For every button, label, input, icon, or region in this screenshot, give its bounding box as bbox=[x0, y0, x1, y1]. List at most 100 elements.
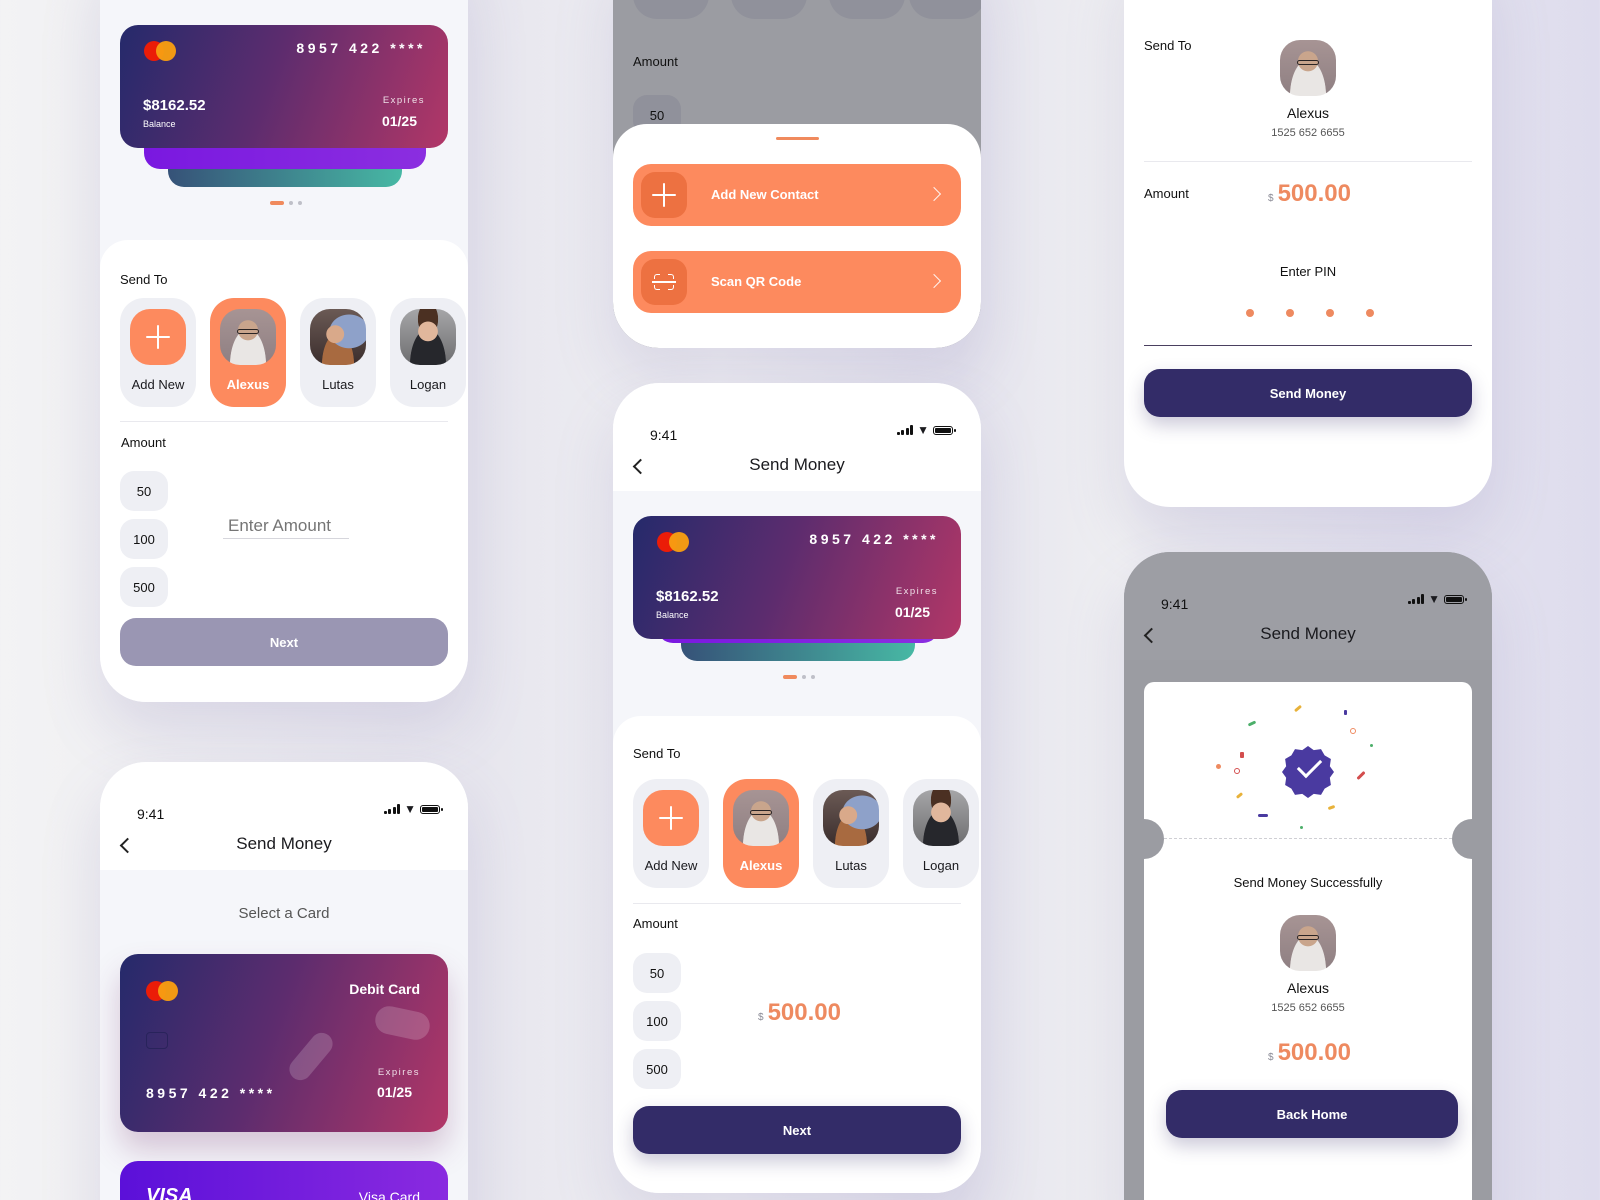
divider bbox=[1144, 161, 1472, 162]
pin-input[interactable] bbox=[1246, 309, 1374, 317]
contact-add-new[interactable]: Add New bbox=[120, 298, 196, 407]
status-time: 9:41 bbox=[650, 427, 678, 443]
confetti bbox=[1327, 804, 1336, 811]
amount-input[interactable]: $ 500.00 bbox=[758, 999, 841, 1027]
carousel-dots[interactable] bbox=[270, 201, 302, 205]
confetti bbox=[1344, 710, 1347, 715]
amount-label: Amount bbox=[633, 916, 678, 931]
send-to-label: Send To bbox=[120, 272, 168, 287]
phone-enter-pin: Send To Alexus 1525 652 6655 Amount $ 50… bbox=[1124, 0, 1492, 507]
status-icons: ▼ bbox=[896, 424, 956, 436]
card-expiry: 01/25 bbox=[381, 113, 417, 129]
amount-input[interactable] bbox=[223, 516, 349, 539]
amount-display: $ 500.00 bbox=[1268, 1039, 1351, 1067]
visa-card[interactable]: VISA Visa Card bbox=[120, 1161, 448, 1200]
send-to-label: Send To bbox=[1144, 38, 1192, 53]
amount-preset-500[interactable]: 500 bbox=[120, 567, 168, 607]
confetti bbox=[1370, 744, 1373, 747]
avatar-lutas bbox=[310, 309, 366, 365]
confetti bbox=[1235, 792, 1244, 799]
status-time: 9:41 bbox=[1161, 596, 1189, 612]
card-stack-middle bbox=[144, 145, 426, 169]
pin-underline bbox=[1144, 345, 1472, 346]
next-button[interactable]: Next bbox=[633, 1106, 961, 1154]
select-card-label: Select a Card bbox=[238, 905, 330, 922]
amount-preset-500[interactable]: 500 bbox=[633, 1049, 681, 1089]
wifi-icon: ▼ bbox=[1428, 592, 1440, 606]
card-balance-label: Balance bbox=[656, 610, 689, 620]
contact-name: Lutas bbox=[322, 377, 354, 392]
action-label: Scan QR Code bbox=[711, 274, 802, 289]
enter-pin-label: Enter PIN bbox=[1279, 264, 1337, 279]
receipt-ticket: Send Money Successfully Alexus 1525 652 … bbox=[1124, 682, 1492, 1200]
bank-card[interactable]: 8957 422 **** $8162.52 Balance Expires 0… bbox=[633, 516, 961, 639]
phone-enter-amount: 8957 422 **** $8162.52 Balance Expires 0… bbox=[100, 0, 468, 702]
contact-name: Logan bbox=[409, 377, 447, 392]
carousel-dots[interactable] bbox=[783, 675, 815, 679]
send-money-button[interactable]: Send Money bbox=[1144, 369, 1472, 417]
bank-card[interactable]: 8957 422 **** $8162.52 Balance Expires 0… bbox=[120, 25, 448, 148]
send-to-label: Send To bbox=[633, 746, 681, 761]
amount-preset-100[interactable]: 100 bbox=[633, 1001, 681, 1041]
recipient-avatar bbox=[1280, 915, 1336, 971]
contact-alexus[interactable]: Alexus bbox=[723, 779, 799, 888]
contact-add-new[interactable]: Add New bbox=[633, 779, 709, 888]
mastercard-logo-icon bbox=[657, 532, 689, 552]
currency-symbol: $ bbox=[1268, 1052, 1274, 1063]
debit-card[interactable]: Debit Card Expires 01/25 8957 422 **** bbox=[120, 954, 448, 1132]
contact-logan[interactable]: Logan bbox=[903, 779, 979, 888]
card-type-label: Debit Card bbox=[349, 981, 420, 997]
next-button[interactable]: Next bbox=[120, 618, 448, 666]
contact-name: Add New bbox=[131, 377, 185, 392]
contact-name: Alexus bbox=[226, 377, 270, 392]
phone-add-contact-sheet: Amount 50 Add New Contact Scan QR Code bbox=[613, 0, 981, 348]
divider bbox=[120, 421, 448, 422]
send-sheet: Send To Add New Alexus Lutas Logan Amoun… bbox=[100, 240, 468, 702]
recipient-name: Alexus bbox=[1286, 980, 1330, 996]
contact-alexus[interactable]: Alexus bbox=[210, 298, 286, 407]
contact-logan[interactable]: Logan bbox=[390, 298, 466, 407]
contact-list: Add New Alexus Lutas Logan bbox=[120, 298, 466, 407]
phone-send-money: 9:41 ▼ Send Money 8957 422 **** $8162.52… bbox=[613, 383, 981, 1193]
scan-qr-icon bbox=[641, 259, 687, 305]
contact-list: Add New Alexus Lutas Logan bbox=[633, 779, 979, 888]
battery-icon bbox=[933, 425, 956, 435]
card-balance: $8162.52 bbox=[656, 588, 719, 605]
card-expires-label: Expires bbox=[895, 586, 938, 597]
dimmed-contact-chip bbox=[909, 0, 981, 19]
pin-dot bbox=[1326, 309, 1334, 317]
contact-lutas[interactable]: Lutas bbox=[300, 298, 376, 407]
add-new-contact-button[interactable]: Add New Contact bbox=[633, 164, 961, 226]
back-home-button[interactable]: Back Home bbox=[1166, 1090, 1458, 1138]
visa-logo: VISA bbox=[146, 1185, 193, 1200]
card-chip-icon bbox=[146, 1032, 168, 1049]
contact-name: Lutas bbox=[835, 858, 867, 873]
plus-icon bbox=[641, 172, 687, 218]
contact-name: Logan bbox=[922, 858, 960, 873]
contact-lutas[interactable]: Lutas bbox=[813, 779, 889, 888]
mastercard-logo-icon bbox=[146, 981, 178, 1001]
status-icons: ▼ bbox=[1407, 592, 1467, 606]
wifi-icon: ▼ bbox=[404, 802, 416, 816]
signal-icon bbox=[383, 804, 401, 814]
contact-name: Alexus bbox=[739, 858, 783, 873]
amount-preset-100[interactable]: 100 bbox=[120, 519, 168, 559]
pin-dot bbox=[1366, 309, 1374, 317]
recipient-phone: 1525 652 6655 bbox=[1271, 127, 1345, 139]
battery-icon bbox=[1444, 594, 1467, 604]
sheet-handle[interactable] bbox=[776, 137, 819, 140]
card-number: 8957 422 **** bbox=[296, 40, 426, 56]
confetti bbox=[1216, 764, 1221, 769]
phone-success: 9:41 ▼ Send Money Send Money Successfull… bbox=[1124, 552, 1492, 1200]
bottom-sheet: Add New Contact Scan QR Code bbox=[613, 124, 981, 348]
plus-icon bbox=[130, 309, 186, 365]
confetti bbox=[1356, 770, 1366, 781]
amount-preset-50[interactable]: 50 bbox=[120, 471, 168, 511]
send-sheet: Send To Add New Alexus Lutas Logan Amoun… bbox=[613, 716, 981, 1193]
phone-select-card: 9:41 ▼ Send Money Select a Card Debit Ca… bbox=[100, 762, 468, 1200]
amount-preset-50[interactable]: 50 bbox=[633, 953, 681, 993]
scan-qr-code-button[interactable]: Scan QR Code bbox=[633, 251, 961, 313]
pin-dot bbox=[1246, 309, 1254, 317]
card-type-label: Visa Card bbox=[358, 1189, 420, 1200]
avatar-lutas bbox=[823, 790, 879, 846]
